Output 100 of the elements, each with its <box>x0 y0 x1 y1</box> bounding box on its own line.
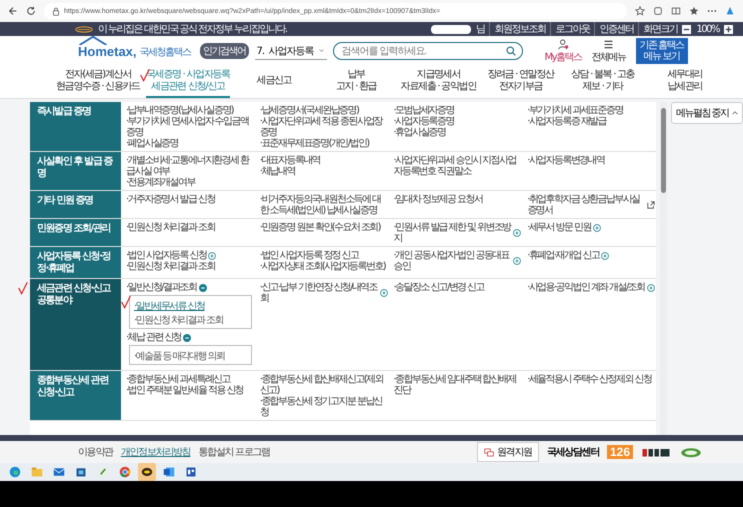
menu-link[interactable]: ·사업자등록증 재발급 <box>527 116 606 127</box>
collapse-icon[interactable] <box>198 284 207 292</box>
submenu-link[interactable]: ·민원신청 처리결과 조회 <box>134 315 223 326</box>
menu-link[interactable]: ·신고·납부 기한연장 신청/내역조회 <box>260 282 378 304</box>
search-icon[interactable] <box>506 46 516 56</box>
menu-link[interactable]: ·민원증명 원본 확인(수요처 조회) <box>260 222 380 233</box>
nav-tab[interactable]: 상담 · 불복 · 고충 제보 · 기타 <box>564 66 641 98</box>
my-hometax-button[interactable]: My홈택스 <box>544 38 582 64</box>
expand-icon[interactable] <box>592 224 601 232</box>
menu-link[interactable]: ·법인 사업자등록 정정 신고 <box>260 250 358 261</box>
menu-link[interactable]: ·부가가치세 면세사업자 수입금액증명 <box>126 116 254 138</box>
menu-link[interactable]: ·개별소비세·교통에너지환경세 환급사실 여부 <box>126 155 254 177</box>
expand-icon[interactable] <box>601 252 610 260</box>
menu-link[interactable]: ·휴업사실증명 <box>394 127 446 138</box>
zoom-in-icon[interactable] <box>724 24 733 34</box>
submenu-link[interactable]: ·일반세무서류 신청 <box>134 301 204 312</box>
scrollbar[interactable] <box>660 102 667 435</box>
refresh-icon[interactable] <box>26 6 36 16</box>
top-link[interactable]: 인증센터 <box>594 22 634 36</box>
menu-link[interactable]: ·종합부동산세 과세특례신고 <box>126 374 230 385</box>
menu-link[interactable]: ·체납내역 <box>260 166 295 177</box>
footer-link[interactable]: 이용약관 <box>78 445 113 459</box>
nav-tab[interactable]: 세금신고 <box>236 66 312 98</box>
menu-link[interactable]: ·사업자단위과세 승인시 지점사업자등록번호 직권말소 <box>394 155 522 177</box>
menu-link[interactable]: ·민원신청 처리결과 조회 <box>126 222 215 233</box>
menu-link[interactable]: ·표준재무제표증명(개인/법인) <box>260 138 369 149</box>
menu-link[interactable]: ·개인 공동사업자·법인 공동대표 승인 <box>394 250 512 272</box>
chevron-down-icon[interactable] <box>319 48 324 53</box>
expand-icon[interactable] <box>646 284 655 292</box>
external-link-icon[interactable] <box>647 201 655 209</box>
menu-link[interactable]: ·종합부동산세 합산배제신고(제외신고) <box>260 374 388 396</box>
expand-icon[interactable] <box>380 289 388 297</box>
menu-link[interactable]: ·거주자증명서 발급 신청 <box>126 194 215 205</box>
collapse-icon[interactable] <box>183 334 192 342</box>
favorites-icon[interactable] <box>689 6 699 16</box>
popular-search-badge: 인기검색어 <box>200 43 248 59</box>
menu-link[interactable]: ·체납 관련 신청 <box>126 332 182 343</box>
menu-link[interactable]: ·폐업사실증명 <box>126 138 178 149</box>
caret-up-icon[interactable] <box>732 111 738 115</box>
menu-link[interactable]: ·부가가치세 과세표준증명 <box>527 105 623 116</box>
menu-link[interactable]: ·세무서 방문 민원 <box>527 222 591 233</box>
footer-link[interactable]: 개인정보처리방침 <box>120 445 190 459</box>
nav-tab[interactable]: 납부 고지 · 환급 <box>318 66 394 98</box>
top-link[interactable]: 회원정보조회 <box>489 22 546 36</box>
menu-link[interactable]: ·사업용·공익법인 계좌 개설/조회 <box>527 282 645 293</box>
menu-link[interactable]: ·사업자등록변경내역 <box>527 155 604 166</box>
submenu-link[interactable]: ·예술품 등 매각대행 의뢰 <box>134 351 224 362</box>
menu-link[interactable]: ·민원서류 발급 제한 및 위변조방지 <box>394 222 512 244</box>
menu-link[interactable]: ·전용계좌개설여부 <box>126 177 195 188</box>
menu-icon[interactable] <box>603 38 614 50</box>
split-screen-icon[interactable] <box>671 6 681 16</box>
expand-icon[interactable] <box>513 229 522 237</box>
legacy-menu-button[interactable]: 기존 홈택스 메뉴 보기 <box>636 38 688 64</box>
star-icon[interactable] <box>635 6 645 16</box>
government-notice: 이 누리집은 대한민국 공식 전자정부 누리집입니다. <box>98 23 287 36</box>
menu-link[interactable]: ·휴폐업·재개업 신고 <box>527 250 600 261</box>
person-icon[interactable] <box>558 38 569 50</box>
menu-link[interactable]: ·사업자단위과세 적용 종된사업장증명 <box>260 116 388 138</box>
taskbar-chat-icon[interactable] <box>138 463 156 481</box>
menu-expand-stop-button[interactable]: 메뉴펼침 중지 <box>671 102 743 124</box>
nav-tab[interactable]: 장려금 · 연말정산 전자기부금 <box>482 66 559 98</box>
screens-icon[interactable] <box>484 448 494 456</box>
redacted-name <box>430 24 471 34</box>
menu-link[interactable]: ·일반신청/결과조회 <box>126 282 197 293</box>
user-suffix: 님 <box>476 23 484 36</box>
menu-link[interactable]: ·임대차 정보제공 요청서 <box>394 194 482 205</box>
all-menu-button[interactable]: 전체메뉴 <box>592 38 626 64</box>
menu-link[interactable]: ·송달장소 신고/변경 신고 <box>394 282 484 293</box>
menu-link[interactable]: ·법인 주택분 일반세율 적용 신청 <box>126 385 244 396</box>
popular-search-dropdown[interactable]: 7. 사업자등록 <box>254 42 326 60</box>
zoom-out-icon[interactable] <box>682 24 692 34</box>
menu-link[interactable]: ·종합부동산세 임대주택 합산배제 진단 <box>394 374 522 396</box>
search-field[interactable]: 검색어를 입력하세요. <box>332 42 522 60</box>
menu-link[interactable]: ·사업자상태 조회(사업자등록번호) <box>260 261 386 272</box>
menu-link[interactable]: ·취업후학자금 상환금납부사실증명서 <box>527 194 645 216</box>
call-center-label: 국세상담센터 <box>546 446 599 459</box>
menu-link[interactable]: ·사업자등록증명 <box>394 116 454 127</box>
top-link[interactable]: 화면크기 <box>638 22 678 36</box>
menu-link[interactable]: ·납세증명서(국세완납증명) <box>260 105 358 116</box>
expand-icon[interactable] <box>208 252 216 260</box>
menu-link[interactable]: ·비거주자등의국내원천소득에 대한 소득세(법인세) 납세사실증명 <box>260 194 388 216</box>
top-link[interactable]: 로그아웃 <box>550 22 590 36</box>
nav-tab[interactable]: 전자(세금)계산서 현금영수증 · 신용카드 <box>56 66 140 98</box>
menu-link[interactable]: ·납부내역증명(납세사실증명) <box>126 105 233 116</box>
menu-link[interactable]: ·민원신청 처리결과 조회 <box>126 261 215 272</box>
menu-link[interactable]: ·대표자등록내역 <box>260 155 320 166</box>
expand-icon[interactable] <box>513 257 522 265</box>
menu-link[interactable]: ·모범납세자증명 <box>394 105 454 116</box>
extensions-icon[interactable] <box>653 6 663 16</box>
row-heading: 민원증명 조회/관리 <box>30 219 121 246</box>
back-icon[interactable] <box>8 6 18 16</box>
menu-link[interactable]: ·법인 사업자등록 신청 <box>126 250 206 261</box>
logo-text[interactable]: Hometax, <box>78 44 137 58</box>
nav-tab[interactable]: 세무대리 납세관리 <box>646 66 723 98</box>
footer-link[interactable]: 통합설치 프로그램 <box>198 445 270 459</box>
nav-tab[interactable]: 지급명세서 자료제출 · 공익법인 <box>400 66 476 98</box>
menu-link[interactable]: ·종합부동산세 정기고지분 분납신청 <box>260 396 388 418</box>
row-heading: 즉시발급 증명 <box>30 102 121 151</box>
remote-support-button[interactable]: 원격지원 <box>476 442 539 462</box>
menu-link[interactable]: ·세율적용시 주택수 산정제외 신청 <box>527 374 652 385</box>
